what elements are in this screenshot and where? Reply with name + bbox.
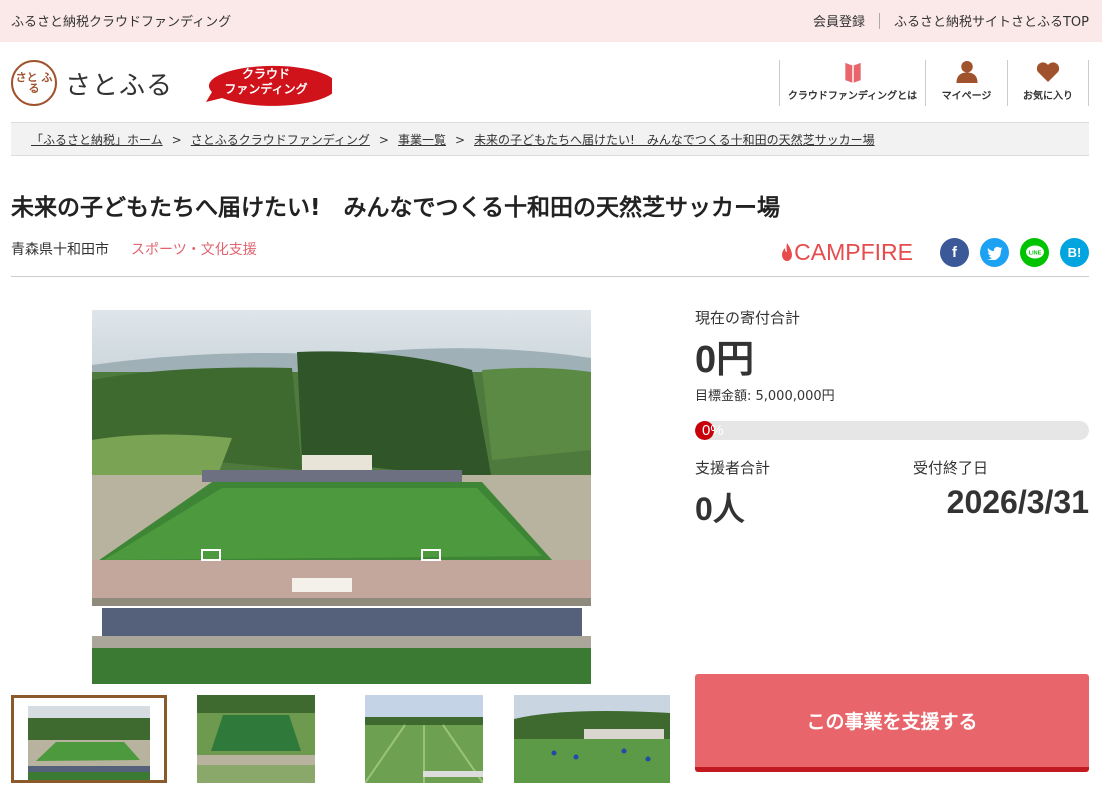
badge-line1: クラウド (242, 67, 290, 81)
nav-label: お気に入り (1023, 91, 1073, 102)
hatena-share-button[interactable]: B! (1060, 238, 1089, 267)
crowdfunding-badge: クラウド ファンディング (206, 65, 332, 106)
thumbnail-players (514, 695, 670, 783)
breadcrumb-current[interactable]: 未来の子どもたちへ届けたい! みんなでつくる十和田の天然芝サッカー場 (474, 133, 875, 147)
flame-icon (782, 242, 793, 261)
facebook-icon: f (952, 244, 957, 261)
logo-text: さとふる (65, 70, 174, 101)
thumbnail-field-overhead (197, 695, 315, 783)
supporters-value: 0人 (695, 491, 745, 527)
user-icon (955, 60, 978, 83)
twitter-share-button[interactable] (980, 238, 1009, 267)
thumbnail-4[interactable] (514, 695, 670, 783)
nav-favorites[interactable]: お気に入り (1007, 60, 1089, 106)
nav-label: マイページ (941, 91, 992, 102)
deadline-label: 受付終了日 (913, 459, 989, 477)
thumbnail-field-level (365, 695, 483, 783)
campfire-text: CAMPFIRE (794, 239, 913, 265)
hatena-icon: B! (1067, 245, 1082, 260)
progress-bar: 0% (695, 421, 1089, 440)
nav-about-crowdfunding[interactable]: クラウドファンディングとは (779, 60, 925, 106)
project-meta: 青森県十和田市 スポーツ・文化支援 (11, 239, 257, 259)
share-bar: CAMPFIRE f LINE B! (780, 238, 1089, 267)
thumbnail-1[interactable] (11, 695, 167, 783)
total-donation-value: 0円 (695, 339, 755, 381)
project-category[interactable]: スポーツ・文化支援 (131, 239, 257, 259)
link-divider (878, 12, 880, 29)
line-icon: LINE (1025, 245, 1044, 258)
breadcrumb-project-list[interactable]: 事業一覧 (398, 133, 446, 147)
header: さと ふる さとふる クラウド ファンディング クラウドファンディングとは マイ… (0, 42, 1102, 120)
top-links: 会員登録 ふるさと納税サイトさとふるTOP (813, 11, 1089, 30)
twitter-icon (986, 246, 1003, 260)
breadcrumb-separator: > (378, 133, 389, 147)
breadcrumb: 「ふるさと納税」ホーム > さとふるクラウドファンディング > 事業一覧 > 未来の子どもた… (11, 122, 1089, 156)
facebook-share-button[interactable]: f (940, 238, 969, 267)
satofull-top-link[interactable]: ふるさと納税サイトさとふるTOP (894, 11, 1089, 30)
thumbnail-stadium-aerial (28, 706, 150, 780)
stadium-aerial-image (92, 310, 591, 684)
heart-icon (1036, 62, 1060, 82)
header-nav: クラウドファンディングとは マイページ お気に入り (779, 60, 1089, 106)
progress-percent: 0% (702, 422, 724, 439)
site-name: ふるさと納税クラウドファンディング (11, 15, 232, 30)
line-share-button[interactable]: LINE (1020, 238, 1049, 267)
nav-mypage[interactable]: マイページ (925, 60, 1007, 106)
section-divider (11, 276, 1089, 277)
thumbnail-strip (11, 695, 671, 783)
project-location: 青森県十和田市 (11, 242, 109, 258)
goal-amount: 目標金額: 5,000,000円 (695, 389, 835, 404)
breadcrumb-separator: > (454, 133, 466, 147)
breadcrumb-separator: > (171, 133, 182, 147)
breadcrumb-crowdfunding[interactable]: さとふるクラウドファンディング (191, 133, 370, 147)
badge-line2: ファンディング (224, 81, 307, 96)
page-title: 未来の子どもたちへ届けたい! みんなでつくる十和田の天然芝サッカー場 (11, 195, 781, 221)
supporters-label: 支援者合計 (695, 459, 771, 477)
campfire-logo[interactable]: CAMPFIRE (780, 239, 913, 266)
breadcrumb-home[interactable]: 「ふるさと納税」ホーム (31, 133, 163, 147)
register-link[interactable]: 会員登録 (813, 11, 865, 30)
support-project-button[interactable]: この事業を支援する (695, 674, 1089, 772)
line-label: LINE (1028, 250, 1041, 256)
deadline-value: 2026/3/31 (946, 484, 1089, 520)
logo-seal: さと ふる (11, 60, 57, 106)
main-project-photo (92, 310, 591, 684)
book-icon (844, 62, 861, 83)
thumbnail-2[interactable] (197, 695, 315, 783)
nav-label: クラウドファンディングとは (787, 91, 918, 102)
satofull-logo[interactable]: さと ふる さとふる (11, 60, 173, 106)
thumbnail-3[interactable] (365, 695, 483, 783)
top-bar: ふるさと納税クラウドファンディング 会員登録 ふるさと納税サイトさとふるTOP (0, 0, 1102, 42)
total-donation-label: 現在の寄付合計 (695, 309, 801, 327)
